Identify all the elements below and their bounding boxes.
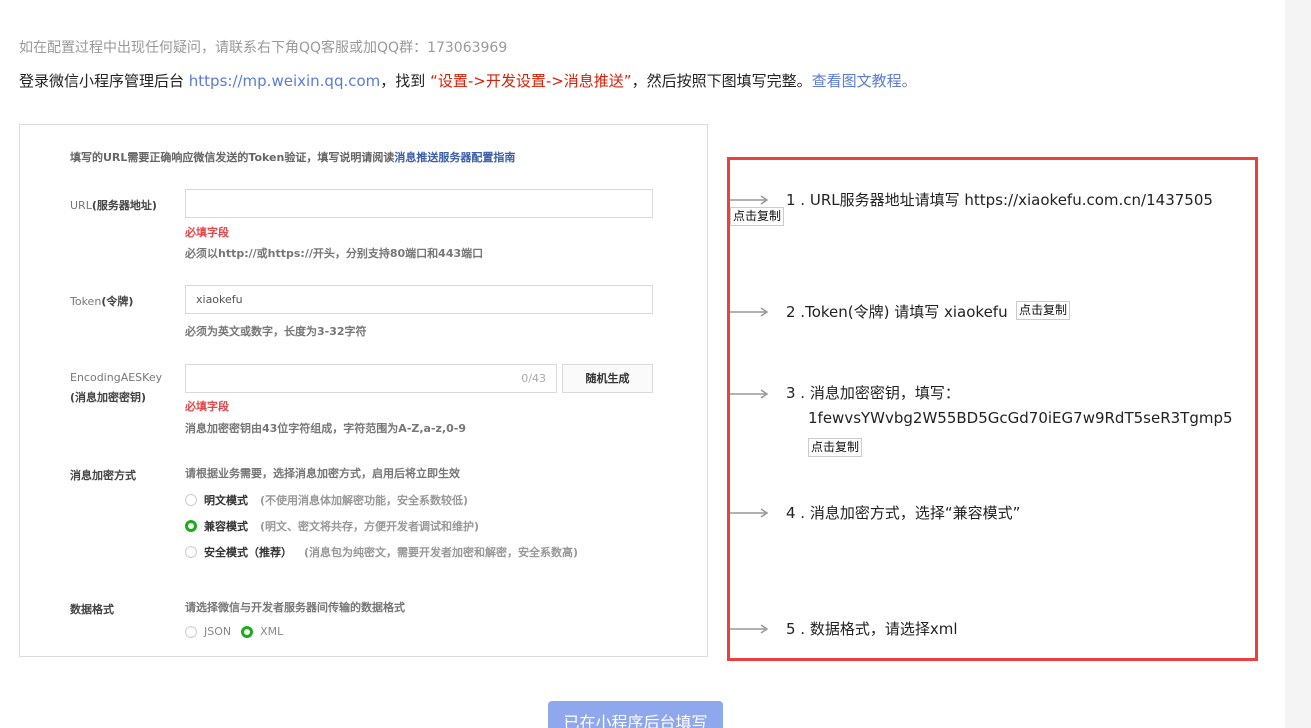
encrypt-mode-help: 请根据业务需要，选择消息加密方式，启用后将立即生效 [185,467,460,480]
panel-note: 填写的URL需要正确响应微信发送的Token验证，填写说明请阅读消息推送服务器配… [70,149,515,165]
instruction-mid2: ，然后按照下图填写完整。 [631,72,812,90]
tutorial-link[interactable]: 查看图文教程。 [812,72,917,90]
copy-token-button[interactable]: 点击复制 [1016,301,1071,320]
data-format-options: JSON XML [185,625,293,638]
aes-label-cn: (消息加密密钥) [70,391,147,404]
radio-icon [185,494,197,506]
radio-icon[interactable] [185,625,197,638]
data-format-label: 数据格式 [70,603,114,616]
radio-selected-icon[interactable] [241,625,254,638]
radio-icon [185,546,197,558]
encrypt-mode-label: 消息加密方式 [70,469,136,482]
step-4-encrypt-mode: 4 . 消息加密方式，选择“兼容模式” [786,504,1021,522]
config-screenshot-panel: 填写的URL需要正确响应微信发送的Token验证，填写说明请阅读消息推送服务器配… [19,124,708,657]
panel-note-text: 填写的URL需要正确响应微信发送的Token验证，填写说明请阅读 [70,151,395,164]
aes-key-value: 1fewvsYWvbg2W55BD5GcGd70iEG7w9RdT5seR3Tg… [808,409,1233,427]
filled-in-backend-button[interactable]: 已在小程序后台填写 [548,701,723,728]
aes-key-input[interactable]: 0/43 [185,364,557,393]
server-guide-link[interactable]: 消息推送服务器配置指南 [394,151,515,164]
copy-aes-key-button[interactable]: 点击复制 [808,438,863,457]
support-hint: 如在配置过程中出现任何疑问，请联系右下角QQ客服或加QQ群：173063969 [19,40,508,56]
arrow-right-icon [730,195,769,205]
token-label: Token(令牌) [70,295,134,308]
radio-plaintext-mode[interactable]: 明文模式 (不使用消息体加解密功能，安全系数较低) [185,492,468,508]
random-generate-button[interactable]: 随机生成 [562,364,653,393]
token-input[interactable]: xiaokefu [185,285,653,314]
step-3-aes-key: 3 . 消息加密密钥，填写： [786,384,960,402]
arrow-right-icon [730,508,769,518]
instruction-prefix: 登录微信小程序管理后台 [19,72,189,90]
step-1-url: 1 . URL服务器地址请填写 https://xiaokefu.com.cn/… [786,191,1213,209]
arrow-right-icon [730,389,769,399]
aes-label-en: EncodingAESKey [70,371,163,384]
aes-help: 消息加密密钥由43位字符组成，字符范围为A-Z,a-z,0-9 [185,422,466,435]
url-label: URL(服务器地址) [70,199,157,212]
instruction-line: 登录微信小程序管理后台 https://mp.weixin.qq.com，找到 … [19,70,917,91]
url-error: 必填字段 [185,226,229,239]
url-input[interactable] [185,189,653,218]
step-2-token: 2 .Token(令牌) 请填写 xiaokefu [786,303,1008,321]
copy-url-button[interactable]: 点击复制 [730,207,785,226]
settings-path: “设置->开发设置->消息推送” [430,72,632,90]
token-help: 必须为英文或数字，长度为3-32字符 [185,325,367,338]
data-format-help: 请选择微信与开发者服务器间传输的数据格式 [185,601,405,614]
instruction-mid1: ，找到 [380,72,431,90]
radio-selected-icon [185,520,197,532]
aes-error: 必填字段 [185,400,229,413]
format-json-option[interactable]: JSON [204,625,231,638]
radio-secure-mode[interactable]: 安全模式（推荐） (消息包为纯密文，需要开发者加密和解密，安全系数高) [185,544,578,560]
scrollbar[interactable] [1285,0,1311,728]
arrow-right-icon [730,624,769,634]
radio-compatible-mode[interactable]: 兼容模式 (明文、密文将共存，方便开发者调试和维护) [185,518,479,534]
step-5-data-format: 5 . 数据格式，请选择xml [786,620,958,638]
aes-char-counter: 0/43 [521,372,546,385]
url-help: 必须以http://或https://开头，分别支持80端口和443端口 [185,247,484,260]
admin-link[interactable]: https://mp.weixin.qq.com [189,72,381,90]
arrow-right-icon [730,307,769,317]
format-xml-option[interactable]: XML [260,625,283,638]
